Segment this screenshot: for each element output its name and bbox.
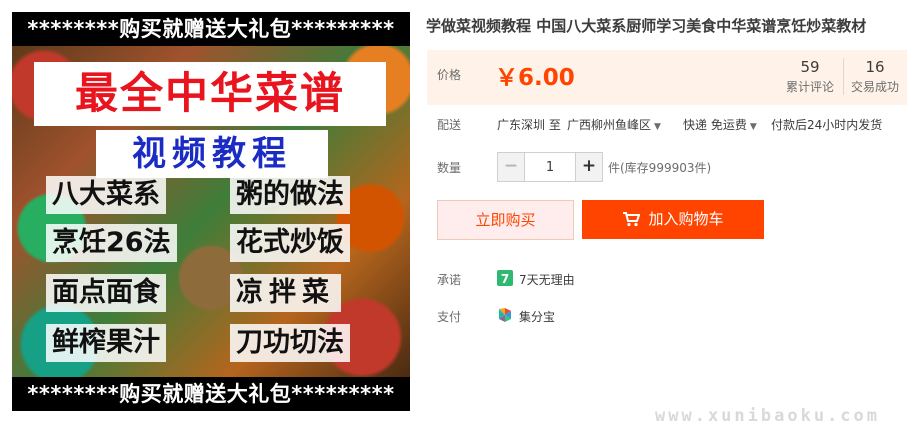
shipping-from: 广东深圳 至 [497, 118, 561, 132]
price-value: ￥6.00 [495, 65, 575, 91]
product-title: 学做菜视频教程 中国八大菜系厨师学习美食中华菜谱烹饪炒菜教材 [426, 17, 867, 35]
image-topic: 凉拌菜 [230, 274, 341, 312]
image-topic: 鲜榨果汁 [46, 324, 166, 362]
reviews-count: 59 [800, 58, 820, 76]
shipping-destination-select[interactable]: 广西柳州鱼峰区 ▼ [567, 116, 661, 133]
shipping-destination: 广西柳州鱼峰区 [567, 118, 652, 132]
sales-stat: 16 交易成功 [842, 58, 908, 95]
promise-text[interactable]: 7天无理由 [519, 271, 575, 288]
seven-day-icon: 7 [497, 270, 513, 286]
price-label: 价格 [437, 68, 462, 82]
payment-label: 支付 [437, 310, 462, 324]
shipping-promise: 付款后24小时内发货 [771, 118, 883, 132]
reviews-label: 累计评论 [785, 80, 834, 94]
promise-label: 承诺 [437, 273, 462, 287]
add-to-cart-label: 加入购物车 [648, 210, 724, 228]
image-topic: 刀功切法 [230, 324, 350, 362]
image-topic: 烹饪26法 [46, 224, 177, 262]
jifenbao-icon [497, 307, 513, 323]
image-subtitle: 视频教程 [96, 130, 328, 178]
quantity-increase-button[interactable]: + [575, 153, 602, 181]
quantity-stepper: − + [497, 152, 603, 182]
shipping-method: 快递 免运费 [683, 118, 747, 132]
sales-label: 交易成功 [850, 80, 899, 94]
image-banner-bottom: ********购买就赠送大礼包********* [12, 377, 410, 411]
chevron-down-icon: ▼ [654, 122, 661, 132]
image-main-title: 最全中华菜谱 [34, 62, 386, 126]
image-topic: 花式炒饭 [230, 224, 350, 262]
sales-count: 16 [865, 58, 885, 76]
shipping-method-select[interactable]: 快递 免运费 ▼ [683, 116, 757, 133]
chevron-down-icon: ▼ [749, 122, 757, 132]
product-image[interactable]: ********购买就赠送大礼包********* 最全中华菜谱 视频教程 八大… [12, 12, 410, 411]
add-to-cart-button[interactable]: 加入购物车 [582, 200, 764, 239]
cart-icon [622, 203, 641, 242]
price-panel: 价格 ￥6.00 59 累计评论 16 交易成功 [427, 50, 907, 105]
quantity-label: 数量 [437, 161, 462, 175]
image-banner-top: ********购买就赠送大礼包********* [12, 12, 410, 46]
buy-now-button[interactable]: 立即购买 [437, 200, 574, 240]
image-topic: 面点面食 [46, 274, 166, 312]
image-topic: 八大菜系 [46, 176, 166, 214]
watermark: www.xunibaoku.com [655, 406, 880, 426]
payment-text[interactable]: 集分宝 [519, 308, 555, 325]
svg-text:7: 7 [501, 272, 509, 286]
stock-text: 件(库存999903件) [608, 161, 712, 175]
shipping-label: 配送 [437, 118, 462, 132]
reviews-stat[interactable]: 59 累计评论 [777, 58, 844, 95]
quantity-input[interactable] [525, 153, 575, 181]
image-topic: 粥的做法 [230, 176, 350, 214]
quantity-decrease-button[interactable]: − [498, 153, 525, 181]
